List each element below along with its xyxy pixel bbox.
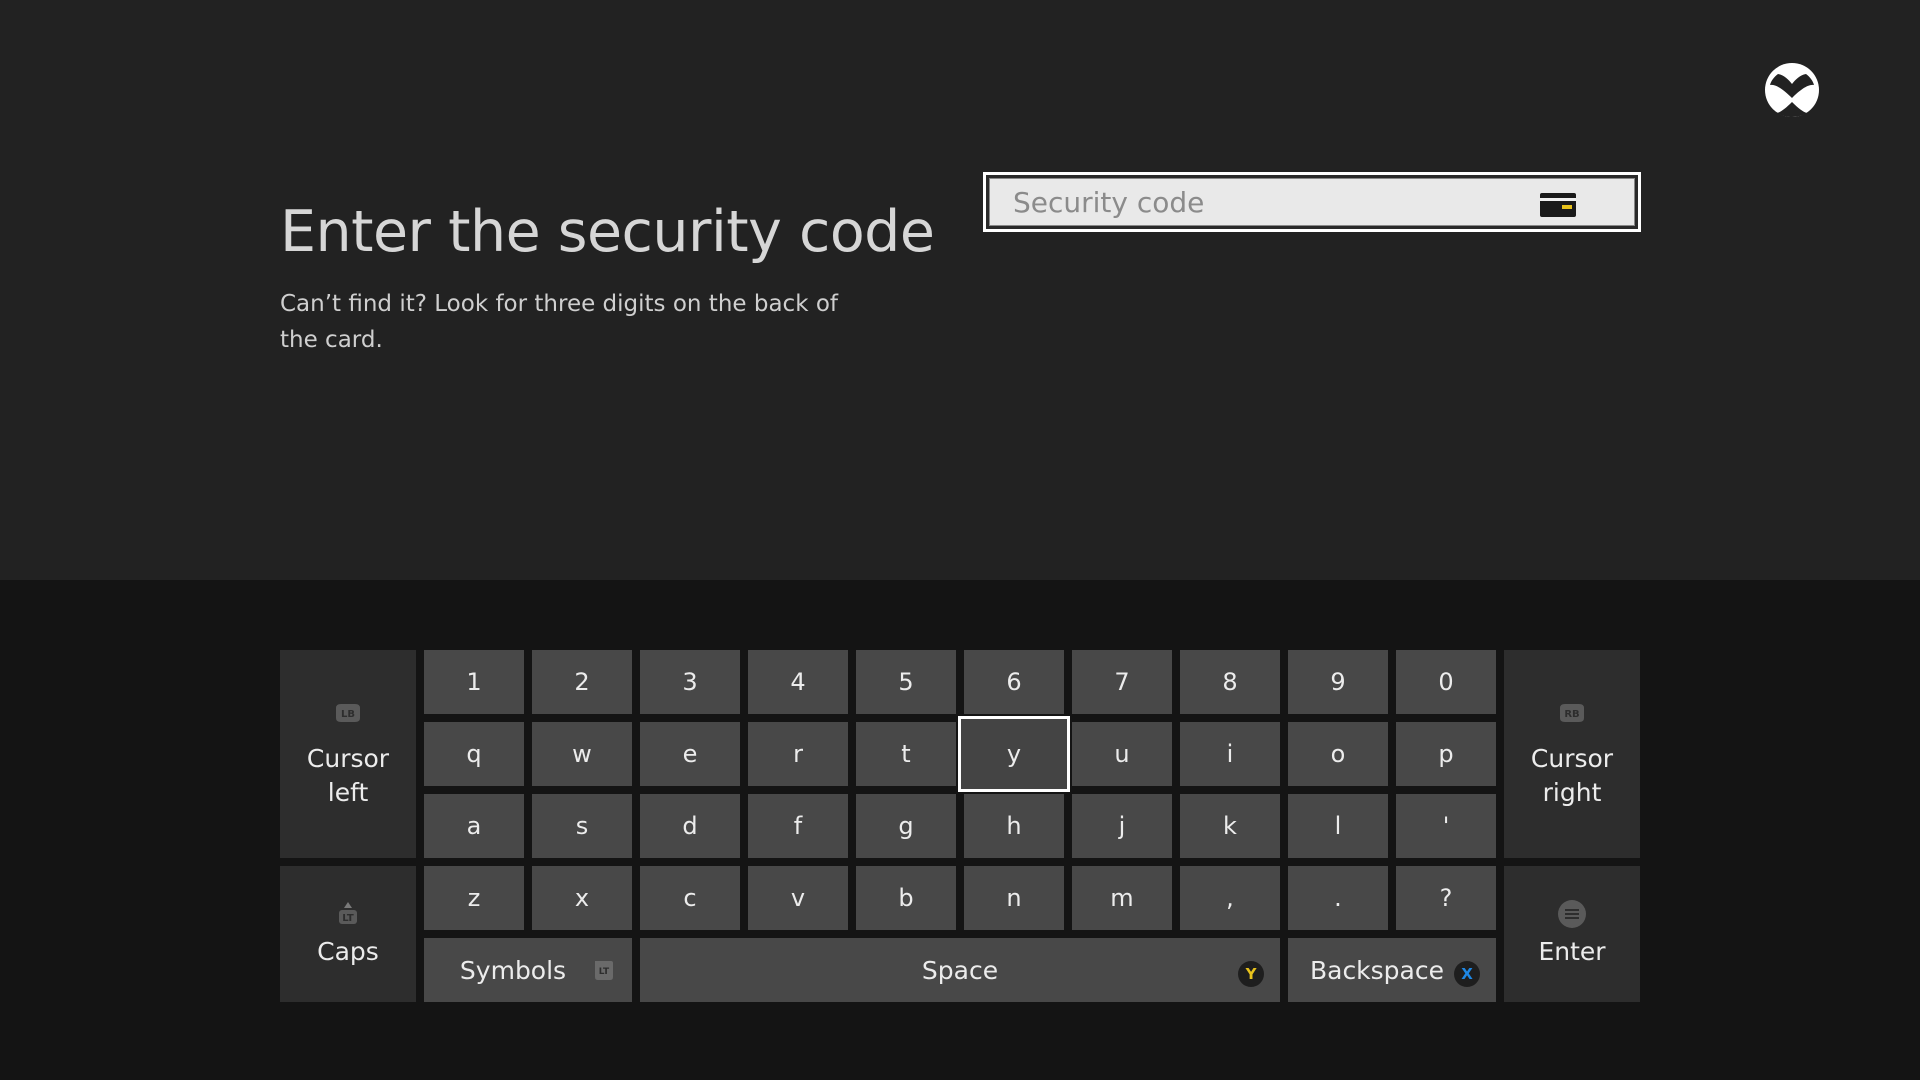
menu-button-icon [1557, 899, 1587, 929]
backspace-key[interactable]: Backspace X [1288, 938, 1496, 1002]
security-code-input[interactable] [990, 179, 1634, 225]
credit-card-icon [1540, 193, 1576, 217]
key-0-8[interactable]: 9 [1288, 650, 1388, 714]
key-0-4[interactable]: 5 [856, 650, 956, 714]
cursor-left-key[interactable]: LB Cursor left [280, 650, 416, 858]
cursor-right-label: Cursor right [1531, 742, 1613, 810]
cursor-left-label: Cursor left [307, 742, 389, 810]
key-1-2[interactable]: e [640, 722, 740, 786]
backspace-key-label: Backspace [1309, 955, 1445, 985]
key-1-9[interactable]: p [1396, 722, 1496, 786]
caps-key[interactable]: LT Caps [280, 866, 416, 1002]
key-3-7[interactable]: , [1180, 866, 1280, 930]
security-code-field[interactable] [983, 172, 1641, 232]
svg-text:RB: RB [1564, 709, 1579, 720]
rb-button-icon: RB [1557, 698, 1587, 728]
lt-trigger-icon: LT [333, 899, 363, 929]
key-3-3[interactable]: v [748, 866, 848, 930]
key-3-5[interactable]: n [964, 866, 1064, 930]
security-code-inner [989, 178, 1635, 226]
key-0-9[interactable]: 0 [1396, 650, 1496, 714]
key-1-5[interactable]: y [958, 716, 1070, 792]
enter-label: Enter [1538, 937, 1606, 966]
space-key-label: Space [921, 955, 999, 985]
key-3-1[interactable]: x [532, 866, 632, 930]
caps-label: Caps [317, 937, 379, 966]
cursor-left-label-line1: Cursor [306, 744, 390, 773]
key-0-1[interactable]: 2 [532, 650, 632, 714]
key-1-3[interactable]: r [748, 722, 848, 786]
cursor-right-label-line1: Cursor [1530, 744, 1614, 773]
svg-text:LT: LT [342, 913, 354, 924]
symbols-key[interactable]: Symbols LT [424, 938, 632, 1002]
key-1-0[interactable]: q [424, 722, 524, 786]
key-2-6[interactable]: j [1072, 794, 1172, 858]
key-0-3[interactable]: 4 [748, 650, 848, 714]
key-1-1[interactable]: w [532, 722, 632, 786]
key-0-7[interactable]: 8 [1180, 650, 1280, 714]
key-2-4[interactable]: g [856, 794, 956, 858]
key-2-8[interactable]: l [1288, 794, 1388, 858]
key-2-7[interactable]: k [1180, 794, 1280, 858]
symbols-lt-icon: LT [590, 957, 616, 989]
key-0-0[interactable]: 1 [424, 650, 524, 714]
cursor-left-label-line2: left [327, 778, 369, 807]
enter-key[interactable]: Enter [1504, 866, 1640, 1002]
key-0-5[interactable]: 6 [964, 650, 1064, 714]
lb-button-icon: LB [333, 698, 363, 728]
key-2-5[interactable]: h [964, 794, 1064, 858]
key-3-0[interactable]: z [424, 866, 524, 930]
key-1-4[interactable]: t [856, 722, 956, 786]
svg-text:LT: LT [599, 967, 610, 977]
cursor-right-key[interactable]: RB Cursor right [1504, 650, 1640, 858]
key-1-7[interactable]: i [1180, 722, 1280, 786]
key-3-6[interactable]: m [1072, 866, 1172, 930]
key-0-2[interactable]: 3 [640, 650, 740, 714]
key-1-6[interactable]: u [1072, 722, 1172, 786]
x-button-icon: X [1454, 957, 1480, 987]
page-title: Enter the security code [280, 199, 935, 266]
key-3-4[interactable]: b [856, 866, 956, 930]
key-3-2[interactable]: c [640, 866, 740, 930]
cursor-right-label-line2: right [1542, 778, 1602, 807]
key-2-0[interactable]: a [424, 794, 524, 858]
key-0-6[interactable]: 7 [1072, 650, 1172, 714]
xbox-logo-icon [1765, 63, 1819, 117]
key-2-9[interactable]: ' [1396, 794, 1496, 858]
space-key[interactable]: Space Y [640, 938, 1280, 1002]
key-2-3[interactable]: f [748, 794, 848, 858]
key-3-9[interactable]: ? [1396, 866, 1496, 930]
svg-text:LB: LB [341, 709, 355, 720]
key-2-1[interactable]: s [532, 794, 632, 858]
key-1-8[interactable]: o [1288, 722, 1388, 786]
hint-text: Can’t find it? Look for three digits on … [280, 291, 838, 353]
symbols-key-label: Symbols [459, 955, 567, 985]
y-button-icon: Y [1238, 957, 1264, 987]
key-3-8[interactable]: . [1288, 866, 1388, 930]
key-2-2[interactable]: d [640, 794, 740, 858]
